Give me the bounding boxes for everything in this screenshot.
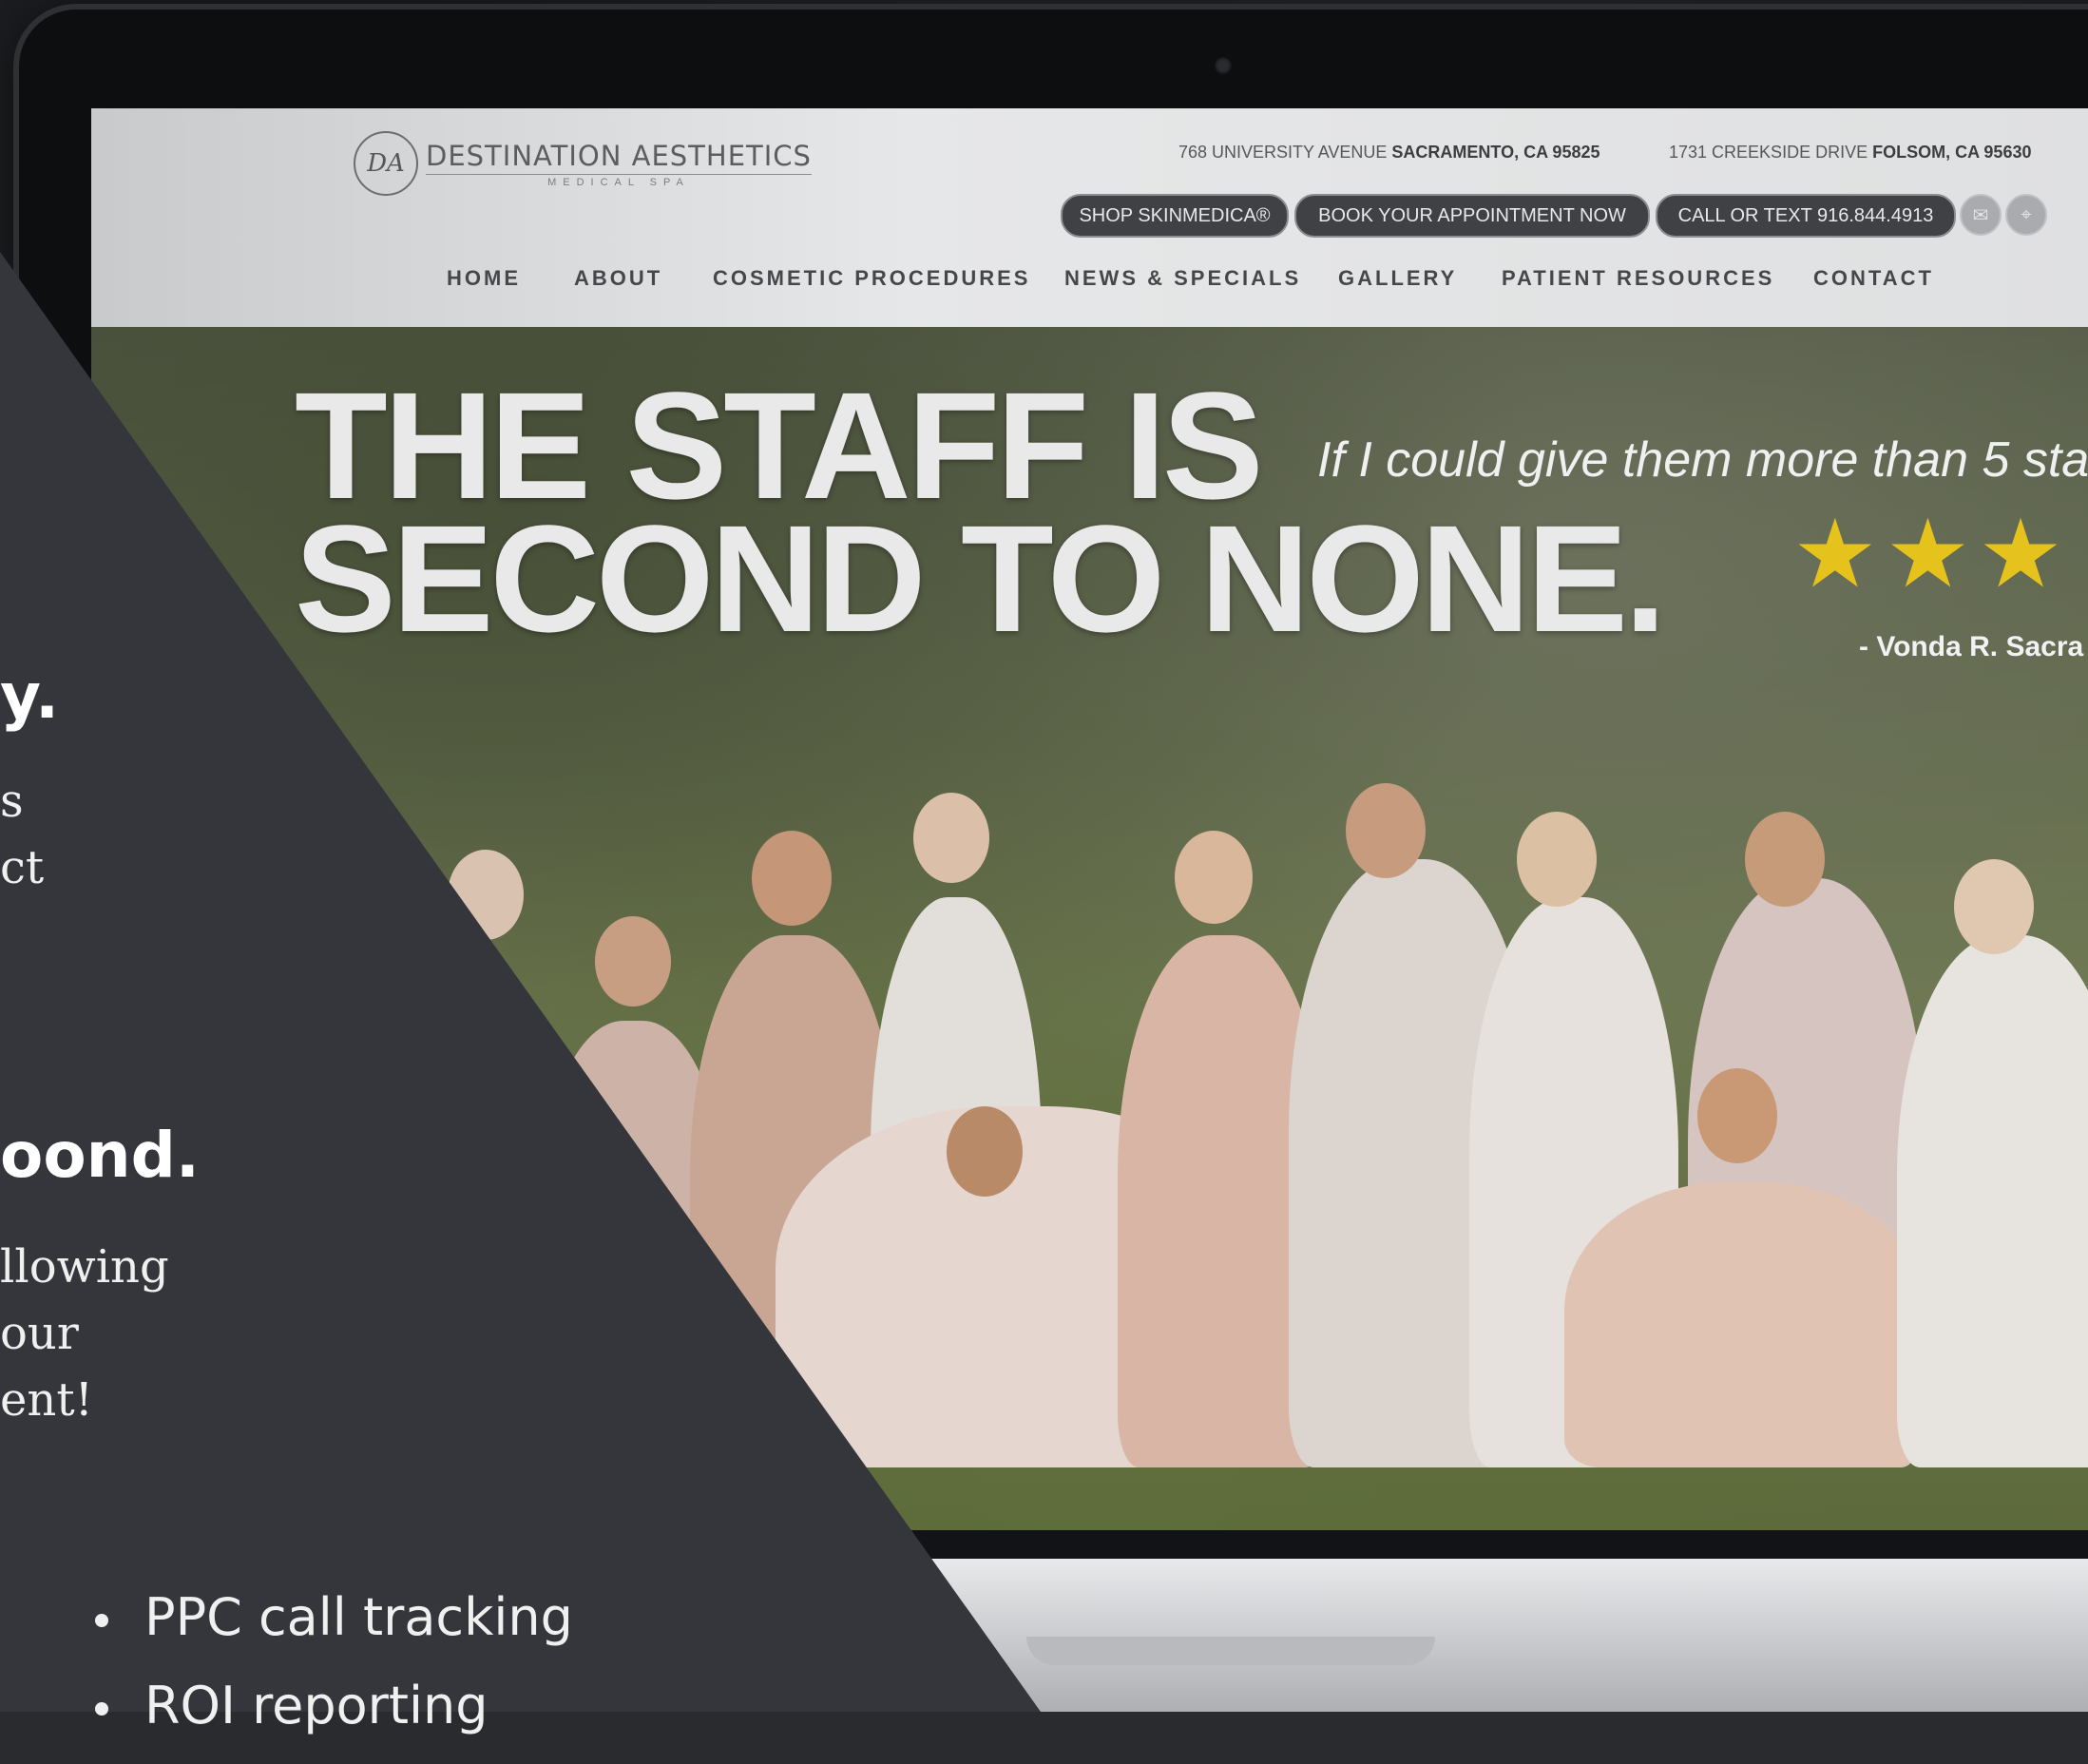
nav-contact[interactable]: CONTACT: [1813, 266, 1934, 291]
webcam: [1215, 57, 1232, 74]
section-heading-2: oond.: [0, 1119, 200, 1192]
section-text-2-line-2: our: [0, 1307, 79, 1360]
address2-city: FOLSOM, CA 95630: [1872, 143, 2032, 162]
section-text-1-line-1: s: [0, 775, 24, 828]
background-scene: DA DESTINATION AESTHETICS MEDICAL SPA 76…: [0, 0, 2088, 1712]
laptop-screen: DA DESTINATION AESTHETICS MEDICAL SPA 76…: [91, 108, 2088, 1530]
nav-patient-resources[interactable]: PATIENT RESOURCES: [1502, 266, 1774, 291]
headline-line-2: SECOND TO NONE.: [295, 493, 1666, 663]
hero-banner: THE STAFF IS SECOND TO NONE. If I could …: [91, 327, 2088, 1530]
nav-news-specials[interactable]: NEWS & SPECIALS: [1064, 266, 1301, 291]
logo-name: DESTINATION AESTHETICS: [426, 139, 812, 172]
testimonial-quote: If I could give them more than 5 stars I: [1317, 432, 2088, 488]
hero-headline: THE STAFF IS SECOND TO NONE.: [295, 370, 1666, 663]
laptop-base: [931, 1559, 2088, 1712]
shop-skinmedica-button[interactable]: SHOP SKINMEDICA®: [1061, 194, 1289, 238]
call-or-text-button[interactable]: CALL OR TEXT 916.844.4913: [1656, 194, 1956, 238]
main-nav: HOME ABOUT COSMETIC PROCEDURES NEWS & SP…: [91, 266, 2088, 295]
logo-monogram: DA: [354, 131, 418, 196]
section-text-2-line-3: ent!: [0, 1373, 93, 1427]
nav-home[interactable]: HOME: [447, 266, 521, 291]
section-text-2-line-1: llowing: [0, 1240, 169, 1294]
site-logo[interactable]: DA DESTINATION AESTHETICS MEDICAL SPA: [354, 131, 812, 196]
nav-gallery[interactable]: GALLERY: [1338, 266, 1457, 291]
feature-list: PPC call tracking ROI reporting: [95, 1587, 573, 1764]
laptop-notch: [1026, 1637, 1435, 1665]
nav-about[interactable]: ABOUT: [574, 266, 662, 291]
nav-cosmetic-procedures[interactable]: COSMETIC PROCEDURES: [713, 266, 1030, 291]
list-item: PPC call tracking: [95, 1587, 573, 1647]
list-item: ROI reporting: [95, 1676, 573, 1735]
site-header: DA DESTINATION AESTHETICS MEDICAL SPA 76…: [91, 108, 2088, 327]
logo-subtitle: MEDICAL SPA: [426, 173, 812, 188]
location-pin-icon[interactable]: ⌖: [2005, 194, 2047, 236]
book-appointment-button[interactable]: BOOK YOUR APPOINTMENT NOW: [1294, 194, 1650, 238]
hero-group-photo: [376, 726, 2088, 1467]
rating-stars: ★★★: [1792, 501, 2071, 607]
address1-street: 768 UNIVERSITY AVENUE: [1178, 143, 1392, 162]
address-folsom: 1731 CREEKSIDE DRIVE FOLSOM, CA 95630: [1669, 143, 2031, 163]
section-text-1-line-2: ct: [0, 841, 45, 894]
testimonial-author: - Vonda R. Sacra: [1859, 631, 2084, 662]
address2-street: 1731 CREEKSIDE DRIVE: [1669, 143, 1873, 162]
address-sacramento: 768 UNIVERSITY AVENUE SACRAMENTO, CA 958…: [1178, 143, 1600, 163]
address1-city: SACRAMENTO, CA 95825: [1391, 143, 1600, 162]
mail-icon[interactable]: ✉: [1960, 194, 2002, 236]
section-heading-1: y.: [0, 660, 60, 733]
